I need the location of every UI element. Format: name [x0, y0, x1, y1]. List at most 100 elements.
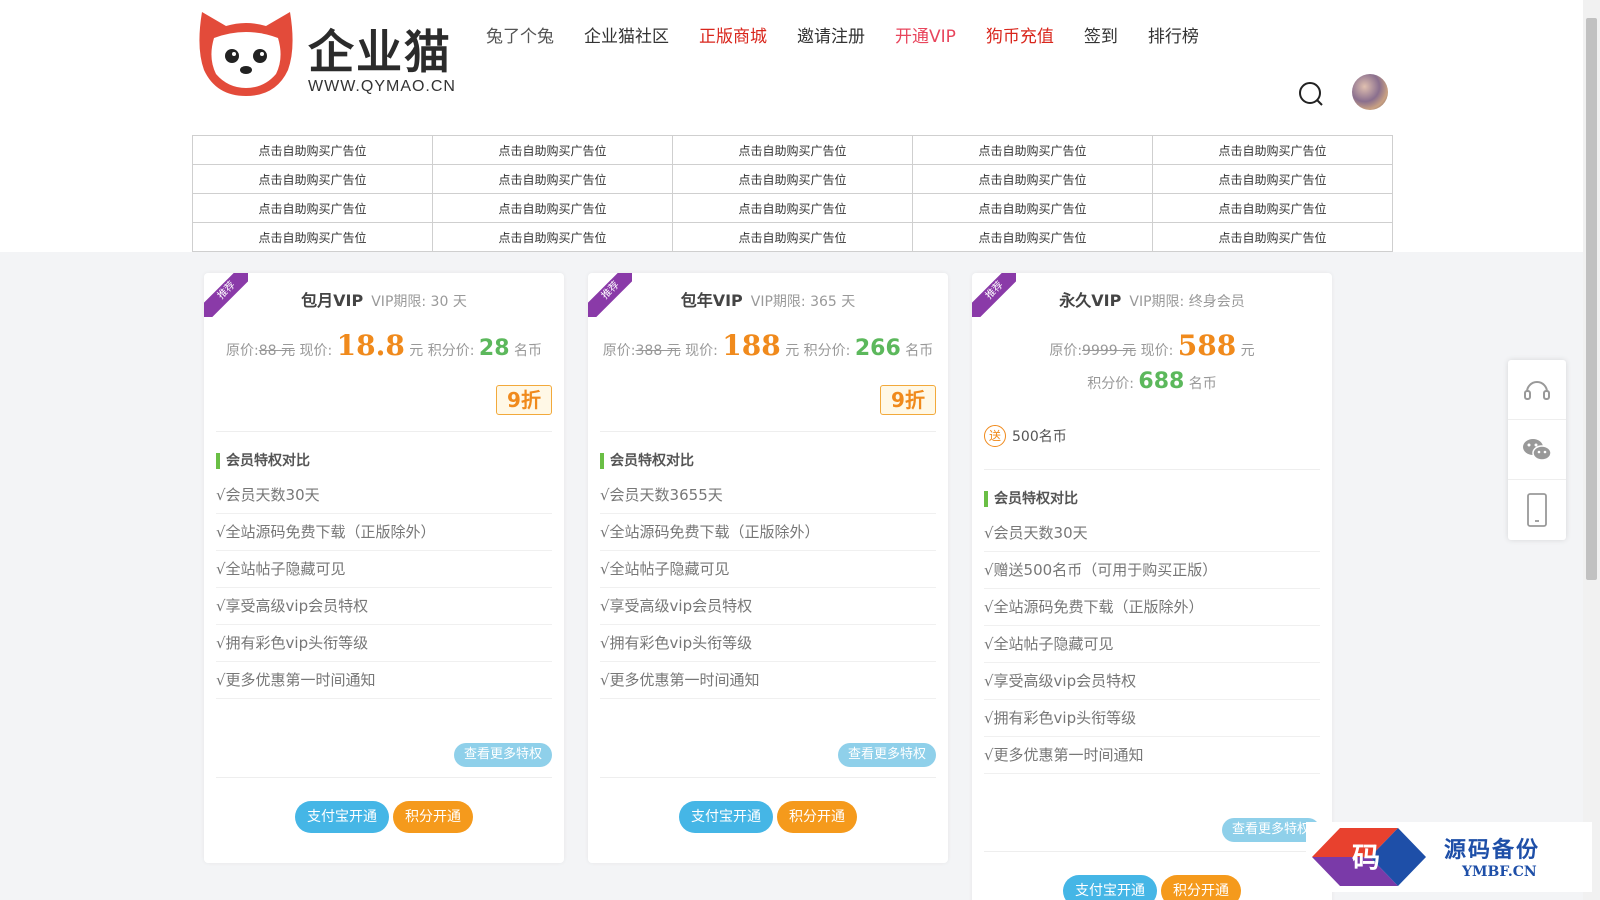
nav-item-recharge[interactable]: 狗币充值 [986, 22, 1054, 47]
plan-period: VIP期限: 终身会员 [1129, 294, 1245, 310]
ad-slot[interactable]: 点击自助购买广告位 [192, 135, 433, 165]
list-item: √更多优惠第一时间通知 [984, 737, 1320, 774]
price-line: 原价:88 元 现价: 18.8 元 积分价: 28 名币 [226, 329, 542, 362]
purchase-buttons: 支付宝开通 积分开通 [972, 875, 1332, 900]
list-item: √会员天数3655天 [600, 477, 936, 514]
watermark-url: YMBF.CN [1462, 864, 1537, 880]
watermark-emblem: 码 [1312, 828, 1426, 886]
plan-name: 永久VIP [1059, 291, 1122, 310]
ad-row: 点击自助购买广告位 点击自助购买广告位 点击自助购买广告位 点击自助购买广告位 … [192, 135, 1393, 165]
points-button[interactable]: 积分开通 [393, 801, 473, 833]
scrollbar-thumb[interactable] [1586, 18, 1597, 580]
site-logo[interactable]: 企业猫 WWW.QYMAO.CN [196, 8, 496, 100]
ad-slot[interactable]: 点击自助购买广告位 [1152, 193, 1393, 223]
discount-badge: 9折 [880, 385, 936, 415]
ad-slot[interactable]: 点击自助购买广告位 [672, 193, 913, 223]
feature-list: √会员天数30天 √全站源码免费下载（正版除外） √全站帖子隐藏可见 √享受高级… [216, 477, 552, 699]
price-line: 原价:388 元 现价: 188 元 积分价: 266 名币 [602, 329, 934, 362]
page-scrollbar[interactable] [1583, 0, 1600, 900]
list-item: √拥有彩色vip头衔等级 [984, 700, 1320, 737]
ad-slot[interactable]: 点击自助购买广告位 [672, 164, 913, 194]
alipay-button[interactable]: 支付宝开通 [1063, 875, 1157, 900]
plan-header: 永久VIP VIP期限: 终身会员 [972, 287, 1332, 311]
ad-slot[interactable]: 点击自助购买广告位 [1152, 164, 1393, 194]
plan-header: 包月VIP VIP期限: 30 天 [204, 287, 564, 311]
nav-item-1[interactable]: 兔了个兔 [486, 22, 554, 47]
nav-item-store[interactable]: 正版商城 [699, 22, 767, 47]
feature-list: √会员天数3655天 √全站源码免费下载（正版除外） √全站帖子隐藏可见 √享受… [600, 477, 936, 699]
plan-name: 包月VIP [301, 291, 364, 310]
current-price: 588 [1177, 329, 1237, 362]
floating-contact-panel [1508, 360, 1566, 540]
ad-slot[interactable]: 点击自助购买广告位 [912, 135, 1153, 165]
nav-item-invite[interactable]: 邀请注册 [797, 22, 865, 47]
nav-item-checkin[interactable]: 签到 [1084, 22, 1118, 47]
main-nav: 兔了个兔 企业猫社区 正版商城 邀请注册 开通VIP 狗币充值 签到 排行榜 [486, 22, 1229, 47]
plan-header: 包年VIP VIP期限: 365 天 [588, 287, 948, 311]
list-item: √全站源码免费下载（正版除外） [600, 514, 936, 551]
ad-slot[interactable]: 点击自助购买广告位 [912, 222, 1153, 252]
ad-slot[interactable]: 点击自助购买广告位 [432, 193, 673, 223]
more-privileges-button[interactable]: 查看更多特权 [837, 743, 936, 767]
points-line: 积分价: 688 名币 [1087, 369, 1217, 394]
ad-slot[interactable]: 点击自助购买广告位 [432, 135, 673, 165]
logo-text: 企业猫 [308, 25, 452, 79]
points-button[interactable]: 积分开通 [777, 801, 857, 833]
section-title: 会员特权对比 [216, 453, 310, 469]
ad-slot[interactable]: 点击自助购买广告位 [672, 135, 913, 165]
headset-icon [1524, 380, 1550, 400]
original-price: 88 元 [258, 343, 295, 359]
divider [216, 431, 552, 432]
wechat-button[interactable] [1508, 420, 1566, 480]
nav-item-community[interactable]: 企业猫社区 [584, 22, 669, 47]
list-item: √拥有彩色vip头衔等级 [216, 625, 552, 662]
ad-slot[interactable]: 点击自助购买广告位 [192, 222, 433, 252]
nav-item-ranking[interactable]: 排行榜 [1148, 22, 1199, 47]
search-icon[interactable] [1298, 81, 1324, 107]
ad-row: 点击自助购买广告位 点击自助购买广告位 点击自助购买广告位 点击自助购买广告位 … [192, 193, 1393, 223]
gift-info: 送 500名币 [984, 425, 1067, 447]
ad-slot[interactable]: 点击自助购买广告位 [1152, 135, 1393, 165]
watermark-text: 源码备份 [1444, 837, 1541, 863]
ad-slot[interactable]: 点击自助购买广告位 [432, 222, 673, 252]
points-button[interactable]: 积分开通 [1161, 875, 1241, 900]
nav-item-vip[interactable]: 开通VIP [895, 22, 956, 47]
site-header: 企业猫 WWW.QYMAO.CN 兔了个兔 企业猫社区 正版商城 邀请注册 开通… [0, 0, 1583, 252]
plan-card-monthly: 推荐 包月VIP VIP期限: 30 天 原价:88 元 现价: 18.8 元 积… [204, 273, 564, 863]
purchase-buttons: 支付宝开通 积分开通 [204, 801, 564, 833]
ad-row: 点击自助购买广告位 点击自助购买广告位 点击自助购买广告位 点击自助购买广告位 … [192, 164, 1393, 194]
original-price: 388 元 [635, 343, 681, 359]
ad-grid: 点击自助购买广告位 点击自助购买广告位 点击自助购买广告位 点击自助购买广告位 … [192, 135, 1393, 252]
list-item: √会员天数30天 [216, 477, 552, 514]
ad-slot[interactable]: 点击自助购买广告位 [192, 164, 433, 194]
plan-period: VIP期限: 365 天 [750, 294, 856, 310]
watermark-logo: 码 源码备份 YMBF.CN [1306, 822, 1592, 892]
ad-slot[interactable]: 点击自助购买广告位 [1152, 222, 1393, 252]
list-item: √全站帖子隐藏可见 [984, 626, 1320, 663]
mobile-button[interactable] [1508, 480, 1566, 540]
plan-card-yearly: 推荐 包年VIP VIP期限: 365 天 原价:388 元 现价: 188 元 … [588, 273, 948, 863]
ad-row: 点击自助购买广告位 点击自助购买广告位 点击自助购买广告位 点击自助购买广告位 … [192, 222, 1393, 252]
points-price: 266 [854, 336, 901, 361]
ad-slot[interactable]: 点击自助购买广告位 [912, 164, 1153, 194]
more-privileges-button[interactable]: 查看更多特权 [453, 743, 552, 767]
alipay-button[interactable]: 支付宝开通 [679, 801, 773, 833]
section-title: 会员特权对比 [600, 453, 694, 469]
list-item: √更多优惠第一时间通知 [600, 662, 936, 699]
purchase-buttons: 支付宝开通 积分开通 [588, 801, 948, 833]
gift-text: 500名币 [1012, 429, 1067, 445]
ad-slot[interactable]: 点击自助购买广告位 [432, 164, 673, 194]
list-item: √赠送500名币（可用于购买正版） [984, 552, 1320, 589]
ad-slot[interactable]: 点击自助购买广告位 [192, 193, 433, 223]
ad-slot[interactable]: 点击自助购买广告位 [912, 193, 1153, 223]
support-button[interactable] [1508, 360, 1566, 420]
list-item: √拥有彩色vip头衔等级 [600, 625, 936, 662]
divider [984, 851, 1320, 852]
user-avatar[interactable] [1352, 74, 1388, 110]
ad-slot[interactable]: 点击自助购买广告位 [672, 222, 913, 252]
alipay-button[interactable]: 支付宝开通 [295, 801, 389, 833]
divider [600, 431, 936, 432]
feature-list: √会员天数30天 √赠送500名币（可用于购买正版） √全站源码免费下载（正版除… [984, 515, 1320, 774]
current-price: 18.8 [336, 329, 405, 362]
list-item: √全站源码免费下载（正版除外） [984, 589, 1320, 626]
